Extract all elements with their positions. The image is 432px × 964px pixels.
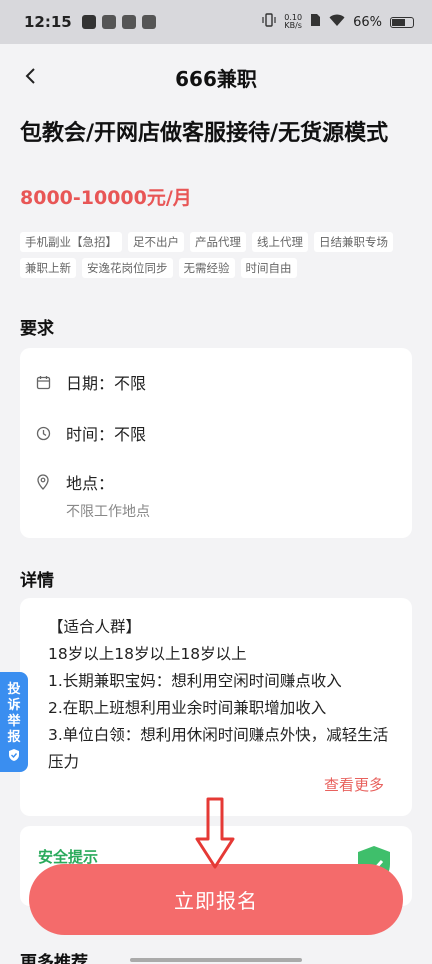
salary: 8000-10000元/月 [20, 187, 192, 209]
notification-app-icon [101, 15, 116, 29]
details-heading: 详情 [20, 571, 54, 591]
time-text: 时间：不限 [66, 425, 147, 444]
chat-icon [141, 15, 156, 29]
report-char: 报 [7, 730, 21, 745]
arrow-down-icon [195, 797, 235, 869]
home-indicator[interactable] [130, 958, 302, 962]
details-line: 18岁以上18岁以上18岁以上 [48, 645, 247, 663]
details-line: 3.单位白领：想利用休闲时间赚点外快，减轻生活压力 [48, 726, 389, 771]
report-char: 举 [7, 714, 21, 729]
details-body: 【适合人群】 18岁以上18岁以上18岁以上 1.长期兼职宝妈：想利用空闲时间赚… [48, 614, 398, 776]
requirements-card: 日期：不限 时间：不限 地点： 不限工作地点 [20, 348, 412, 538]
wifi-icon [329, 14, 345, 31]
sim-icon [310, 13, 321, 31]
report-char: 投 [7, 682, 21, 697]
details-line: 【适合人群】 [48, 618, 142, 636]
status-bar: 12:15 0.10 KB/s 66% [0, 0, 432, 44]
location-value: 不限工作地点 [66, 504, 150, 520]
report-tab[interactable]: 投 诉 举 报 [0, 672, 28, 772]
back-arrow-icon[interactable] [18, 64, 42, 88]
status-time: 12:15 [24, 13, 72, 31]
speed-unit: KB/s [284, 21, 302, 30]
details-line: 1.长期兼职宝妈：想利用空闲时间赚点收入 [48, 672, 342, 690]
location-pin-icon [34, 473, 52, 491]
date-row: 日期：不限 [34, 370, 146, 394]
tag: 线上代理 [252, 232, 308, 252]
network-speed: 0.10 KB/s [284, 14, 302, 30]
battery-icon [390, 16, 414, 28]
more-recommendations-heading: 更多推荐 [20, 953, 88, 964]
vibrate-icon [262, 13, 276, 31]
report-char: 诉 [7, 698, 21, 713]
tag: 兼职上新 [20, 258, 76, 278]
status-right: 0.10 KB/s 66% [262, 13, 414, 31]
date-text: 日期：不限 [66, 374, 147, 393]
requirements-heading: 要求 [20, 319, 54, 339]
apply-button[interactable]: 立即报名 [29, 864, 403, 935]
calendar-icon [34, 373, 52, 391]
battery-percent: 66% [353, 14, 382, 30]
clock-icon [34, 424, 52, 442]
nav-bar: 666兼职 [0, 44, 432, 110]
tag: 无需经验 [178, 258, 235, 278]
tag-list: 手机副业【急招】 足不出户 产品代理 线上代理 日结兼职专场 兼职上新 安逸花岗… [20, 232, 420, 278]
tag: 手机副业【急招】 [20, 232, 122, 252]
location-row: 地点： [34, 470, 114, 494]
status-left: 12:15 [24, 13, 156, 31]
shield-icon [9, 749, 19, 761]
tag: 安逸花岗位同步 [82, 258, 173, 278]
tag: 产品代理 [190, 232, 246, 252]
time-row: 时间：不限 [34, 421, 146, 445]
see-more-link[interactable]: 查看更多 [324, 774, 384, 795]
page-title: 666兼职 [175, 66, 257, 91]
details-card: 【适合人群】 18岁以上18岁以上18岁以上 1.长期兼职宝妈：想利用空闲时间赚… [20, 598, 412, 816]
tag: 时间自由 [240, 258, 297, 278]
mail-icon [121, 15, 136, 29]
details-line: 2.在职上班想利用业余时间兼职增加收入 [48, 699, 327, 717]
tag: 足不出户 [128, 232, 184, 252]
job-title: 包教会/开网店做客服接待/无货源模式 [20, 121, 389, 146]
tag: 日结兼职专场 [314, 232, 393, 252]
notification-app-icon [81, 15, 96, 29]
location-label: 地点： [66, 474, 115, 493]
